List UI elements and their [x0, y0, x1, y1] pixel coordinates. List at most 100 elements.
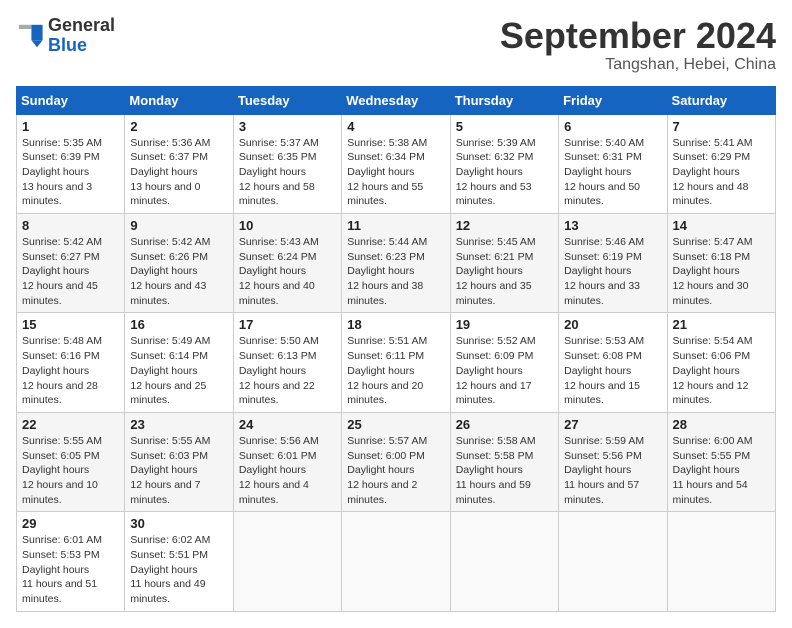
calendar-week-4: 22Sunrise: 5:55 AMSunset: 6:05 PMDayligh…	[17, 412, 776, 511]
table-row	[342, 512, 450, 611]
table-row	[559, 512, 667, 611]
day-detail: Sunrise: 6:01 AMSunset: 5:53 PMDaylight …	[22, 533, 119, 606]
table-row: 3 Sunrise: 5:37 AMSunset: 6:35 PMDaylight…	[233, 114, 341, 213]
day-number: 10	[239, 218, 336, 233]
table-row: 11 Sunrise: 5:44 AMSunset: 6:23 PMDayligh…	[342, 214, 450, 313]
day-number: 4	[347, 119, 444, 134]
calendar-week-2: 8 Sunrise: 5:42 AMSunset: 6:27 PMDaylight…	[17, 214, 776, 313]
day-detail: Sunrise: 5:52 AMSunset: 6:09 PMDaylight …	[456, 334, 553, 407]
day-number: 29	[22, 516, 119, 531]
day-detail: Sunrise: 5:49 AMSunset: 6:14 PMDaylight …	[130, 334, 227, 407]
day-number: 11	[347, 218, 444, 233]
day-number: 22	[22, 417, 119, 432]
day-number: 30	[130, 516, 227, 531]
day-detail: Sunrise: 5:46 AMSunset: 6:19 PMDaylight …	[564, 235, 661, 308]
table-row: 2 Sunrise: 5:36 AMSunset: 6:37 PMDaylight…	[125, 114, 233, 213]
day-number: 2	[130, 119, 227, 134]
day-number: 5	[456, 119, 553, 134]
table-row: 8 Sunrise: 5:42 AMSunset: 6:27 PMDaylight…	[17, 214, 125, 313]
table-row	[667, 512, 775, 611]
day-number: 20	[564, 317, 661, 332]
col-saturday: Saturday	[667, 86, 775, 114]
logo-general: General	[48, 15, 115, 35]
table-row: 29 Sunrise: 6:01 AMSunset: 5:53 PMDayligh…	[17, 512, 125, 611]
day-detail: Sunrise: 5:55 AMSunset: 6:03 PMDaylight …	[130, 434, 227, 507]
table-row: 1Sunrise: 5:35 AMSunset: 6:39 PMDaylight…	[17, 114, 125, 213]
table-row: 12 Sunrise: 5:45 AMSunset: 6:21 PMDayligh…	[450, 214, 558, 313]
table-row: 6 Sunrise: 5:40 AMSunset: 6:31 PMDaylight…	[559, 114, 667, 213]
day-detail: Sunrise: 5:37 AMSunset: 6:35 PMDaylight …	[239, 136, 336, 209]
day-number: 28	[673, 417, 770, 432]
day-number: 3	[239, 119, 336, 134]
day-detail: Sunrise: 5:54 AMSunset: 6:06 PMDaylight …	[673, 334, 770, 407]
logo-text: General Blue	[48, 16, 115, 56]
day-number: 18	[347, 317, 444, 332]
day-detail: Sunrise: 5:42 AMSunset: 6:26 PMDaylight …	[130, 235, 227, 308]
day-detail: Sunrise: 5:43 AMSunset: 6:24 PMDaylight …	[239, 235, 336, 308]
day-number: 25	[347, 417, 444, 432]
col-sunday: Sunday	[17, 86, 125, 114]
day-number: 13	[564, 218, 661, 233]
day-number: 12	[456, 218, 553, 233]
day-detail: Sunrise: 5:48 AMSunset: 6:16 PMDaylight …	[22, 334, 119, 407]
table-row: 24 Sunrise: 5:56 AMSunset: 6:01 PMDayligh…	[233, 412, 341, 511]
day-number: 15	[22, 317, 119, 332]
table-row: 19 Sunrise: 5:52 AMSunset: 6:09 PMDayligh…	[450, 313, 558, 412]
day-detail: Sunrise: 5:59 AMSunset: 5:56 PMDaylight …	[564, 434, 661, 507]
calendar-week-5: 29 Sunrise: 6:01 AMSunset: 5:53 PMDayligh…	[17, 512, 776, 611]
col-tuesday: Tuesday	[233, 86, 341, 114]
table-row: 16Sunrise: 5:49 AMSunset: 6:14 PMDayligh…	[125, 313, 233, 412]
day-detail: Sunrise: 5:42 AMSunset: 6:27 PMDaylight …	[22, 235, 119, 308]
day-detail: Sunrise: 5:36 AMSunset: 6:37 PMDaylight …	[130, 136, 227, 209]
day-detail: Sunrise: 5:41 AMSunset: 6:29 PMDaylight …	[673, 136, 770, 209]
table-row: 25 Sunrise: 5:57 AMSunset: 6:00 PMDayligh…	[342, 412, 450, 511]
day-number: 6	[564, 119, 661, 134]
table-row: 10 Sunrise: 5:43 AMSunset: 6:24 PMDayligh…	[233, 214, 341, 313]
day-detail: Sunrise: 5:58 AMSunset: 5:58 PMDaylight …	[456, 434, 553, 507]
table-row: 15 Sunrise: 5:48 AMSunset: 6:16 PMDayligh…	[17, 313, 125, 412]
table-row: 5 Sunrise: 5:39 AMSunset: 6:32 PMDaylight…	[450, 114, 558, 213]
table-row: 18 Sunrise: 5:51 AMSunset: 6:11 PMDayligh…	[342, 313, 450, 412]
day-number: 21	[673, 317, 770, 332]
table-row	[233, 512, 341, 611]
table-row: 7Sunrise: 5:41 AMSunset: 6:29 PMDaylight…	[667, 114, 775, 213]
day-detail: Sunrise: 5:39 AMSunset: 6:32 PMDaylight …	[456, 136, 553, 209]
month-title: September 2024	[500, 16, 776, 56]
day-detail: Sunrise: 6:00 AMSunset: 5:55 PMDaylight …	[673, 434, 770, 507]
table-row: 20 Sunrise: 5:53 AMSunset: 6:08 PMDayligh…	[559, 313, 667, 412]
day-detail: Sunrise: 5:51 AMSunset: 6:11 PMDaylight …	[347, 334, 444, 407]
day-detail: Sunrise: 5:45 AMSunset: 6:21 PMDaylight …	[456, 235, 553, 308]
col-monday: Monday	[125, 86, 233, 114]
page-header: General Blue September 2024 Tangshan, He…	[16, 16, 776, 74]
table-row: 9 Sunrise: 5:42 AMSunset: 6:26 PMDaylight…	[125, 214, 233, 313]
table-row: 30 Sunrise: 6:02 AMSunset: 5:51 PMDayligh…	[125, 512, 233, 611]
day-number: 19	[456, 317, 553, 332]
day-detail: Sunrise: 5:44 AMSunset: 6:23 PMDaylight …	[347, 235, 444, 308]
table-row: 21 Sunrise: 5:54 AMSunset: 6:06 PMDayligh…	[667, 313, 775, 412]
day-number: 14	[673, 218, 770, 233]
day-detail: Sunrise: 5:40 AMSunset: 6:31 PMDaylight …	[564, 136, 661, 209]
table-row: 26Sunrise: 5:58 AMSunset: 5:58 PMDayligh…	[450, 412, 558, 511]
location: Tangshan, Hebei, China	[500, 56, 776, 74]
calendar: Sunday Monday Tuesday Wednesday Thursday…	[16, 86, 776, 612]
table-row: 17Sunrise: 5:50 AMSunset: 6:13 PMDayligh…	[233, 313, 341, 412]
logo-blue: Blue	[48, 35, 87, 55]
day-detail: Sunrise: 5:57 AMSunset: 6:00 PMDaylight …	[347, 434, 444, 507]
table-row: 28 Sunrise: 6:00 AMSunset: 5:55 PMDayligh…	[667, 412, 775, 511]
day-detail: Sunrise: 5:56 AMSunset: 6:01 PMDaylight …	[239, 434, 336, 507]
col-friday: Friday	[559, 86, 667, 114]
title-block: September 2024 Tangshan, Hebei, China	[500, 16, 776, 74]
day-number: 1	[22, 119, 119, 134]
table-row: 22Sunrise: 5:55 AMSunset: 6:05 PMDayligh…	[17, 412, 125, 511]
col-thursday: Thursday	[450, 86, 558, 114]
day-number: 9	[130, 218, 227, 233]
day-number: 8	[22, 218, 119, 233]
col-wednesday: Wednesday	[342, 86, 450, 114]
day-detail: Sunrise: 5:53 AMSunset: 6:08 PMDaylight …	[564, 334, 661, 407]
table-row: 27Sunrise: 5:59 AMSunset: 5:56 PMDayligh…	[559, 412, 667, 511]
table-row	[450, 512, 558, 611]
day-number: 23	[130, 417, 227, 432]
day-detail: Sunrise: 6:02 AMSunset: 5:51 PMDaylight …	[130, 533, 227, 606]
day-detail: Sunrise: 5:50 AMSunset: 6:13 PMDaylight …	[239, 334, 336, 407]
day-number: 24	[239, 417, 336, 432]
